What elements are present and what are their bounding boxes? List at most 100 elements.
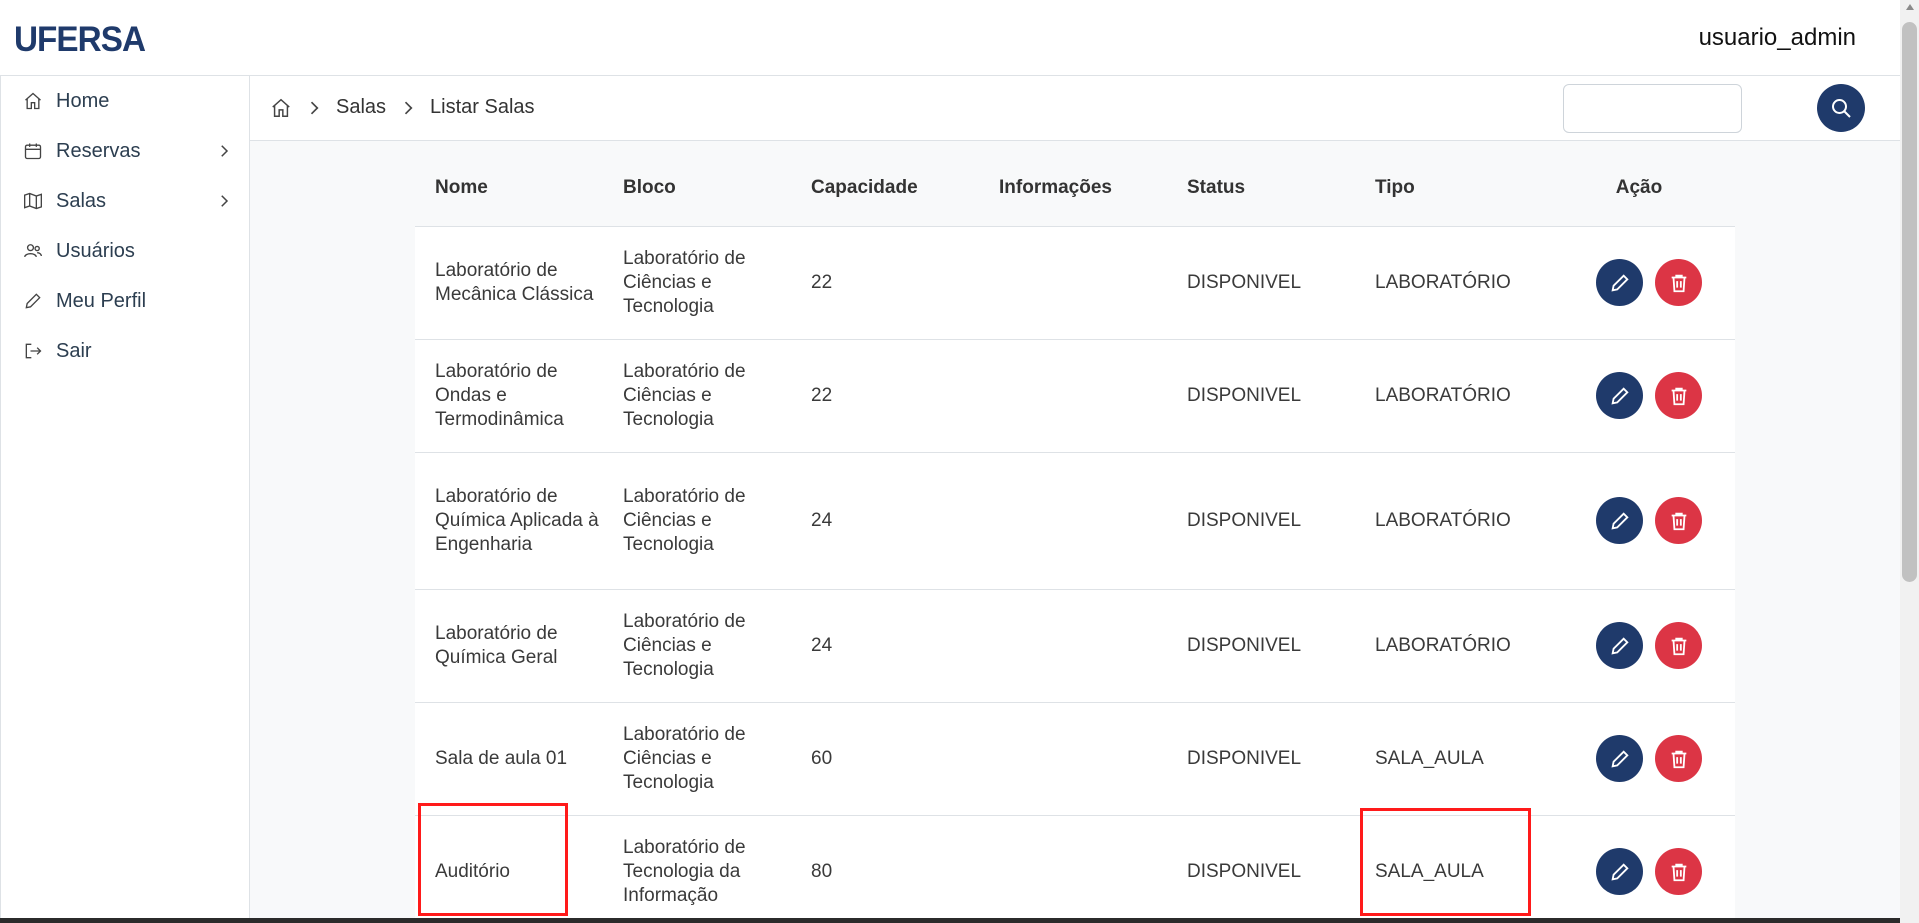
current-user-name[interactable]: usuario_admin (1699, 24, 1856, 52)
delete-button[interactable] (1655, 497, 1702, 544)
cell-capacidade: 60 (791, 701, 979, 815)
cell-status: DISPONIVEL (1167, 338, 1355, 452)
pencil-icon (1610, 636, 1629, 655)
scrollbar-thumb[interactable] (1902, 22, 1917, 582)
cell-tipo: LABORATÓRIO (1355, 588, 1543, 702)
table-row: Laboratório de Mecânica Clássica Laborat… (415, 225, 1735, 339)
edit-button[interactable] (1596, 372, 1643, 419)
delete-button[interactable] (1655, 622, 1702, 669)
trash-icon (1671, 274, 1686, 292)
sidebar-item-usuarios[interactable]: Usuários (1, 226, 249, 276)
logout-icon (25, 343, 42, 359)
rooms-table-container: Nome Bloco Capacidade Informações Status… (415, 151, 1735, 923)
delete-button[interactable] (1655, 848, 1702, 896)
cell-informacoes (979, 338, 1167, 452)
edit-button[interactable] (1596, 622, 1643, 669)
chevron-right-icon (221, 195, 229, 207)
sidebar-item-label: Usuários (56, 239, 135, 262)
edit-button[interactable] (1596, 848, 1643, 896)
cell-acao (1543, 588, 1735, 702)
breadcrumb-listar-salas: Listar Salas (430, 96, 535, 118)
pencil-icon (1610, 386, 1629, 405)
cell-capacidade: 80 (791, 814, 979, 923)
map-icon (24, 192, 42, 210)
search-icon (1832, 99, 1851, 118)
cell-bloco: Laboratório de Ciências e Tecnologia (603, 338, 791, 452)
delete-button[interactable] (1655, 735, 1702, 782)
home-icon (25, 92, 41, 110)
trash-icon (1671, 637, 1686, 655)
ufersa-logo[interactable]: UFERSA (14, 20, 146, 60)
table-row: Laboratório de Ondas e Termodinâmica Lab… (415, 338, 1735, 452)
chevron-right-icon (221, 145, 229, 157)
table-header-row: Nome Bloco Capacidade Informações Status… (415, 151, 1735, 226)
sidebar-item-salas[interactable]: Salas (1, 176, 249, 226)
cell-capacidade: 22 (791, 225, 979, 339)
delete-button[interactable] (1655, 372, 1702, 419)
cell-status: DISPONIVEL (1167, 451, 1355, 589)
cell-informacoes (979, 451, 1167, 589)
table-row: Laboratório de Química Geral Laboratório… (415, 588, 1735, 702)
chevron-right-icon (310, 101, 319, 114)
pencil-icon (25, 293, 41, 309)
col-header-nome: Nome (435, 177, 488, 199)
breadcrumb-bar: Salas Listar Salas (250, 76, 1900, 141)
trash-icon (1671, 387, 1686, 405)
trash-icon (1671, 750, 1686, 768)
col-header-capacidade: Capacidade (811, 177, 918, 199)
pencil-icon (1610, 273, 1629, 292)
cell-bloco: Laboratório de Ciências e Tecnologia (603, 225, 791, 339)
trash-icon (1671, 863, 1686, 881)
delete-button[interactable] (1655, 259, 1702, 306)
cell-informacoes (979, 701, 1167, 815)
cell-acao (1543, 451, 1735, 589)
main-content: Salas Listar Salas Nome Bloco Capacidade… (250, 75, 1900, 923)
edit-button[interactable] (1596, 735, 1643, 782)
cell-bloco: Laboratório de Ciências e Tecnologia (603, 701, 791, 815)
sidebar-item-label: Meu Perfil (56, 289, 147, 312)
sidebar-item-meu-perfil[interactable]: Meu Perfil (1, 276, 249, 326)
cell-tipo: LABORATÓRIO (1355, 225, 1543, 339)
cell-capacidade: 24 (791, 588, 979, 702)
chevron-right-icon (404, 101, 413, 114)
sidebar-item-sair[interactable]: Sair (1, 326, 249, 376)
cell-informacoes (979, 225, 1167, 339)
col-header-bloco: Bloco (623, 177, 676, 199)
home-icon[interactable] (270, 97, 292, 119)
table-row: Auditório Laboratório de Tecnologia da I… (415, 814, 1735, 923)
sidebar-item-label: Reservas (56, 139, 141, 162)
breadcrumb-salas[interactable]: Salas (336, 96, 386, 119)
cell-informacoes (979, 814, 1167, 923)
cell-status: DISPONIVEL (1167, 588, 1355, 702)
search-button[interactable] (1817, 84, 1865, 132)
rooms-table: Nome Bloco Capacidade Informações Status… (415, 151, 1735, 923)
cell-capacidade: 22 (791, 338, 979, 452)
search-input[interactable] (1563, 84, 1742, 133)
page-scrollbar[interactable] (1900, 0, 1919, 923)
table-row: Sala de aula 01 Laboratório de Ciências … (415, 701, 1735, 815)
cell-tipo: SALA_AULA (1355, 814, 1543, 923)
cell-nome: Laboratório de Química Aplicada à Engenh… (415, 451, 603, 589)
cell-bloco: Laboratório de Ciências e Tecnologia (603, 451, 791, 589)
cell-acao (1543, 338, 1735, 452)
sidebar-item-reservas[interactable]: Reservas (1, 126, 249, 176)
cell-tipo: SALA_AULA (1355, 701, 1543, 815)
edit-button[interactable] (1596, 497, 1643, 544)
cell-status: DISPONIVEL (1167, 225, 1355, 339)
cell-informacoes (979, 588, 1167, 702)
cell-nome: Laboratório de Mecânica Clássica (415, 225, 603, 339)
col-header-acao: Ação (1615, 177, 1663, 199)
sidebar-item-home[interactable]: Home (1, 76, 249, 126)
cell-acao (1543, 225, 1735, 339)
sidebar-item-label: Sair (56, 339, 92, 362)
sidebar-item-label: Salas (56, 189, 107, 212)
cell-nome: Laboratório de Ondas e Termodinâmica (415, 338, 603, 452)
col-header-tipo: Tipo (1375, 177, 1415, 199)
breadcrumb: Salas Listar Salas (270, 96, 535, 119)
sidebar: Home Reservas Salas Usuários Meu Perfil … (0, 75, 250, 923)
cell-tipo: LABORATÓRIO (1355, 451, 1543, 589)
cell-tipo: LABORATÓRIO (1355, 338, 1543, 452)
edit-button[interactable] (1596, 259, 1643, 306)
sidebar-item-label: Home (56, 89, 110, 112)
scroll-up-arrow-icon[interactable] (1906, 4, 1914, 10)
